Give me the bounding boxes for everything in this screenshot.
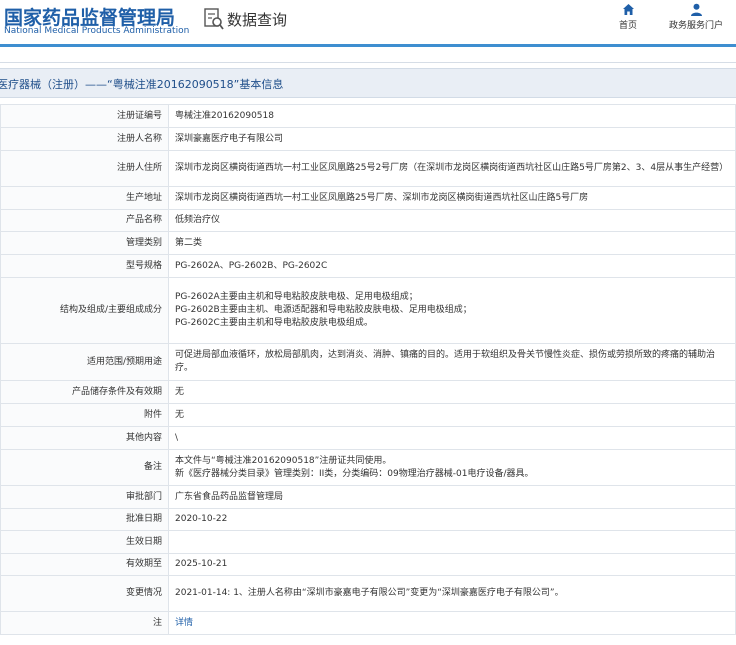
detail-row: 变更情况 2021-01-14: 1、注册人名称由“深圳市豪嘉电子有限公司”变更为… <box>0 575 736 612</box>
row-label: 批准日期 <box>0 508 169 531</box>
row-value: 粤械注准20162090518 <box>168 104 736 128</box>
nav-portal-label: 政务服务门户 <box>668 21 723 31</box>
nav-service-portal[interactable]: 政务服务门户 <box>666 3 726 31</box>
detail-table: 注册证编号 粤械注准20162090518 注册人名称 深圳豪嘉医疗电子有限公司 注册人… <box>0 104 736 635</box>
row-label: 产品储存条件及有效期 <box>0 380 169 404</box>
home-icon <box>614 3 642 16</box>
detail-row: 产品名称 低频治疗仪 <box>0 209 736 232</box>
detail-row: 其他内容 \ <box>0 426 736 450</box>
row-value: 详情 <box>168 611 736 635</box>
row-label: 生效日期 <box>0 530 169 554</box>
row-value: PG-2602A、PG-2602B、PG-2602C <box>168 254 736 278</box>
row-value-line: PG-2602C主要由主机和导电粘胶皮肤电极组成。 <box>175 318 373 328</box>
row-value-line: PG-2602B主要由主机、电源适配器和导电粘胶皮肤电极、足用电极组成； <box>175 305 472 315</box>
page-title: 医疗器械（注册）——“粤械注准20162090518”基本信息 <box>0 78 284 91</box>
detail-row: 适用范围/预期用途 可促进局部血液循环，放松局部肌肉，达到消炎、消肿、镇痛的目的。… <box>0 343 736 381</box>
site-logo-subtitle: National Medical Products Administration <box>4 26 190 36</box>
row-value: PG-2602A主要由主机和导电粘胶皮肤电极、足用电极组成； PG-2602B主要… <box>168 277 736 344</box>
detail-row: 备注 本文件与“粤械注准20162090518”注册证共同使用。新《医疗器械分类目… <box>0 449 736 486</box>
row-label: 适用范围/预期用途 <box>0 343 169 381</box>
user-icon <box>666 3 726 16</box>
row-label: 审批部门 <box>0 485 169 509</box>
row-value: 2021-01-14: 1、注册人名称由“深圳市豪嘉电子有限公司”变更为“深圳豪… <box>168 575 736 612</box>
details-link[interactable]: 详情 <box>175 618 193 628</box>
detail-row: 有效期至 2025-10-21 <box>0 553 736 576</box>
row-label: 其他内容 <box>0 426 169 450</box>
detail-row: 注册人名称 深圳豪嘉医疗电子有限公司 <box>0 127 736 151</box>
row-label: 有效期至 <box>0 553 169 576</box>
data-query-label: 数据查询 <box>227 11 288 29</box>
document-search-icon <box>204 8 224 30</box>
row-label: 注册人名称 <box>0 127 169 151</box>
row-value: 低频治疗仪 <box>168 209 736 232</box>
row-label: 产品名称 <box>0 209 169 232</box>
row-value-line: 本文件与“粤械注准20162090518”注册证共同使用。 <box>175 455 392 466</box>
detail-row: 注册证编号 粤械注准20162090518 <box>0 104 736 128</box>
row-label: 管理类别 <box>0 231 169 255</box>
row-value: 深圳豪嘉医疗电子有限公司 <box>168 127 736 151</box>
row-value-line: 新《医疗器械分类目录》管理类别：II类，分类编码：09物理治疗器械-01电疗设备… <box>175 468 534 479</box>
detail-row: 型号规格 PG-2602A、PG-2602B、PG-2602C <box>0 254 736 278</box>
row-label: 注 <box>0 611 169 635</box>
detail-row: 附件无 <box>0 403 736 427</box>
row-value: 2020-10-22 <box>168 508 736 531</box>
nav-home[interactable]: 首页 <box>614 3 642 31</box>
detail-row: 产品储存条件及有效期无 <box>0 380 736 404</box>
row-label: 附件 <box>0 403 169 427</box>
site-header: 国家药品监督管理局 National Medical Products Admi… <box>0 0 736 44</box>
detail-row: 批准日期 2020-10-22 <box>0 508 736 531</box>
row-value: 深圳市龙岗区横岗街道西坑一村工业区凤凰路25号厂房、深圳市龙岗区横岗街道西坑社区… <box>168 186 736 210</box>
row-value: \ <box>168 426 736 450</box>
nav-home-label: 首页 <box>618 21 637 31</box>
detail-row: 生效日期 <box>0 530 736 554</box>
row-value-line: PG-2602A主要由主机和导电粘胶皮肤电极、足用电极组成； <box>175 292 418 302</box>
row-value: 深圳市龙岗区横岗街道西坑一村工业区凤凰路25号2号厂房（在深圳市龙岗区横岗街道西… <box>168 150 736 187</box>
row-value <box>168 530 736 554</box>
row-value: 广东省食品药品监督管理局 <box>168 485 736 509</box>
detail-row: 结构及组成/主要组成成分 PG-2602A主要由主机和导电粘胶皮肤电极、足用电极组… <box>0 277 736 344</box>
row-label: 注册人住所 <box>0 150 169 187</box>
row-label: 型号规格 <box>0 254 169 278</box>
detail-row: 审批部门 广东省食品药品监督管理局 <box>0 485 736 509</box>
row-value: 第二类 <box>168 231 736 255</box>
row-value: 可促进局部血液循环，放松局部肌肉，达到消炎、消肿、镇痛的目的。适用于软组织及骨关… <box>168 343 736 381</box>
row-label: 注册证编号 <box>0 104 169 128</box>
header-band <box>0 47 736 63</box>
detail-title-bar: 医疗器械（注册）——“粤械注准20162090518”基本信息 <box>0 68 736 98</box>
row-value: 本文件与“粤械注准20162090518”注册证共同使用。新《医疗器械分类目录》… <box>168 449 736 486</box>
row-label: 备注 <box>0 449 169 486</box>
row-label: 生产地址 <box>0 186 169 210</box>
row-value: 2025-10-21 <box>168 553 736 576</box>
detail-row: 管理类别 第二类 <box>0 231 736 255</box>
detail-row: 注详情 <box>0 611 736 635</box>
row-label: 变更情况 <box>0 575 169 612</box>
row-value: 无 <box>168 403 736 427</box>
detail-row: 生产地址 深圳市龙岗区横岗街道西坑一村工业区凤凰路25号厂房、深圳市龙岗区横岗街道… <box>0 186 736 210</box>
row-label: 结构及组成/主要组成成分 <box>0 277 169 344</box>
detail-row: 注册人住所 深圳市龙岗区横岗街道西坑一村工业区凤凰路25号2号厂房（在深圳市龙岗区… <box>0 150 736 187</box>
row-value: 无 <box>168 380 736 404</box>
